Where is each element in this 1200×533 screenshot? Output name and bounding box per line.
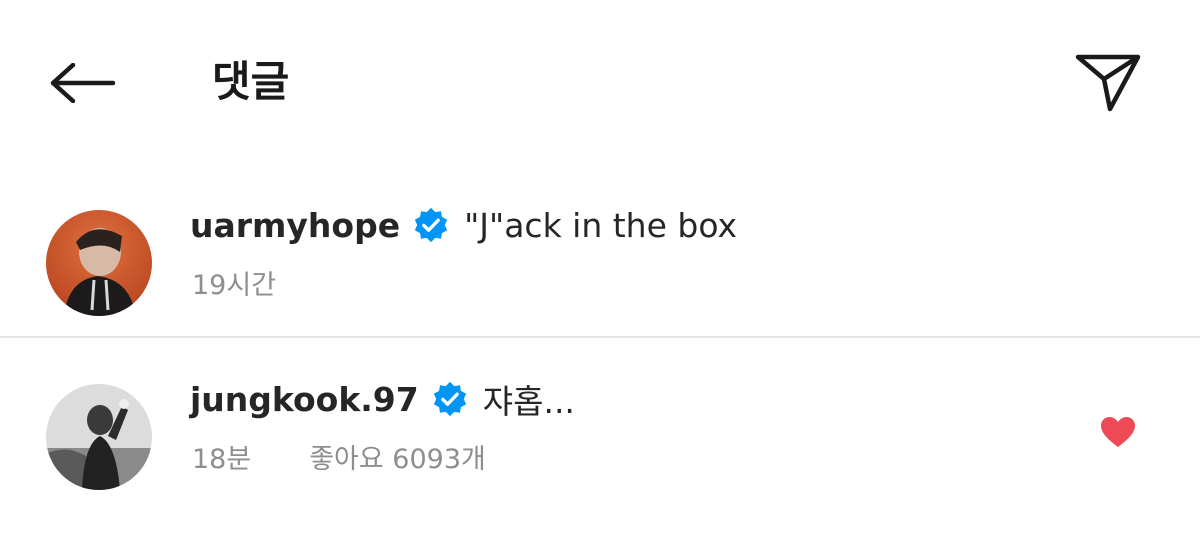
back-button[interactable] — [40, 48, 124, 118]
page-title: 댓글 — [212, 57, 290, 106]
share-button[interactable] — [1066, 44, 1150, 120]
comment-timestamp: 18분 — [192, 443, 252, 475]
comment-item: jungkook.97 쟈홉... 18분 좋아요 6093개 — [0, 338, 1200, 518]
comment-text: "J"ack in the box — [464, 205, 738, 245]
comment-text: 쟈홉... — [482, 382, 575, 421]
comment-username[interactable]: jungkook.97 — [190, 380, 419, 419]
verified-badge-icon — [412, 206, 450, 244]
avatar[interactable] — [46, 210, 152, 316]
verified-badge-icon — [431, 380, 469, 418]
comment-username[interactable]: uarmyhope — [190, 206, 400, 245]
comment-timestamp: 19시간 — [192, 269, 277, 301]
header: 댓글 — [0, 0, 1200, 165]
heart-filled-icon — [1101, 417, 1135, 447]
arrow-left-icon — [50, 63, 116, 103]
paper-plane-icon — [1075, 54, 1141, 112]
like-count[interactable]: 좋아요 6093개 — [309, 437, 486, 476]
avatar[interactable] — [46, 384, 152, 490]
like-button[interactable] — [1094, 408, 1142, 456]
comment-item: uarmyhope "J"ack in the box 19시간 — [0, 190, 1200, 335]
